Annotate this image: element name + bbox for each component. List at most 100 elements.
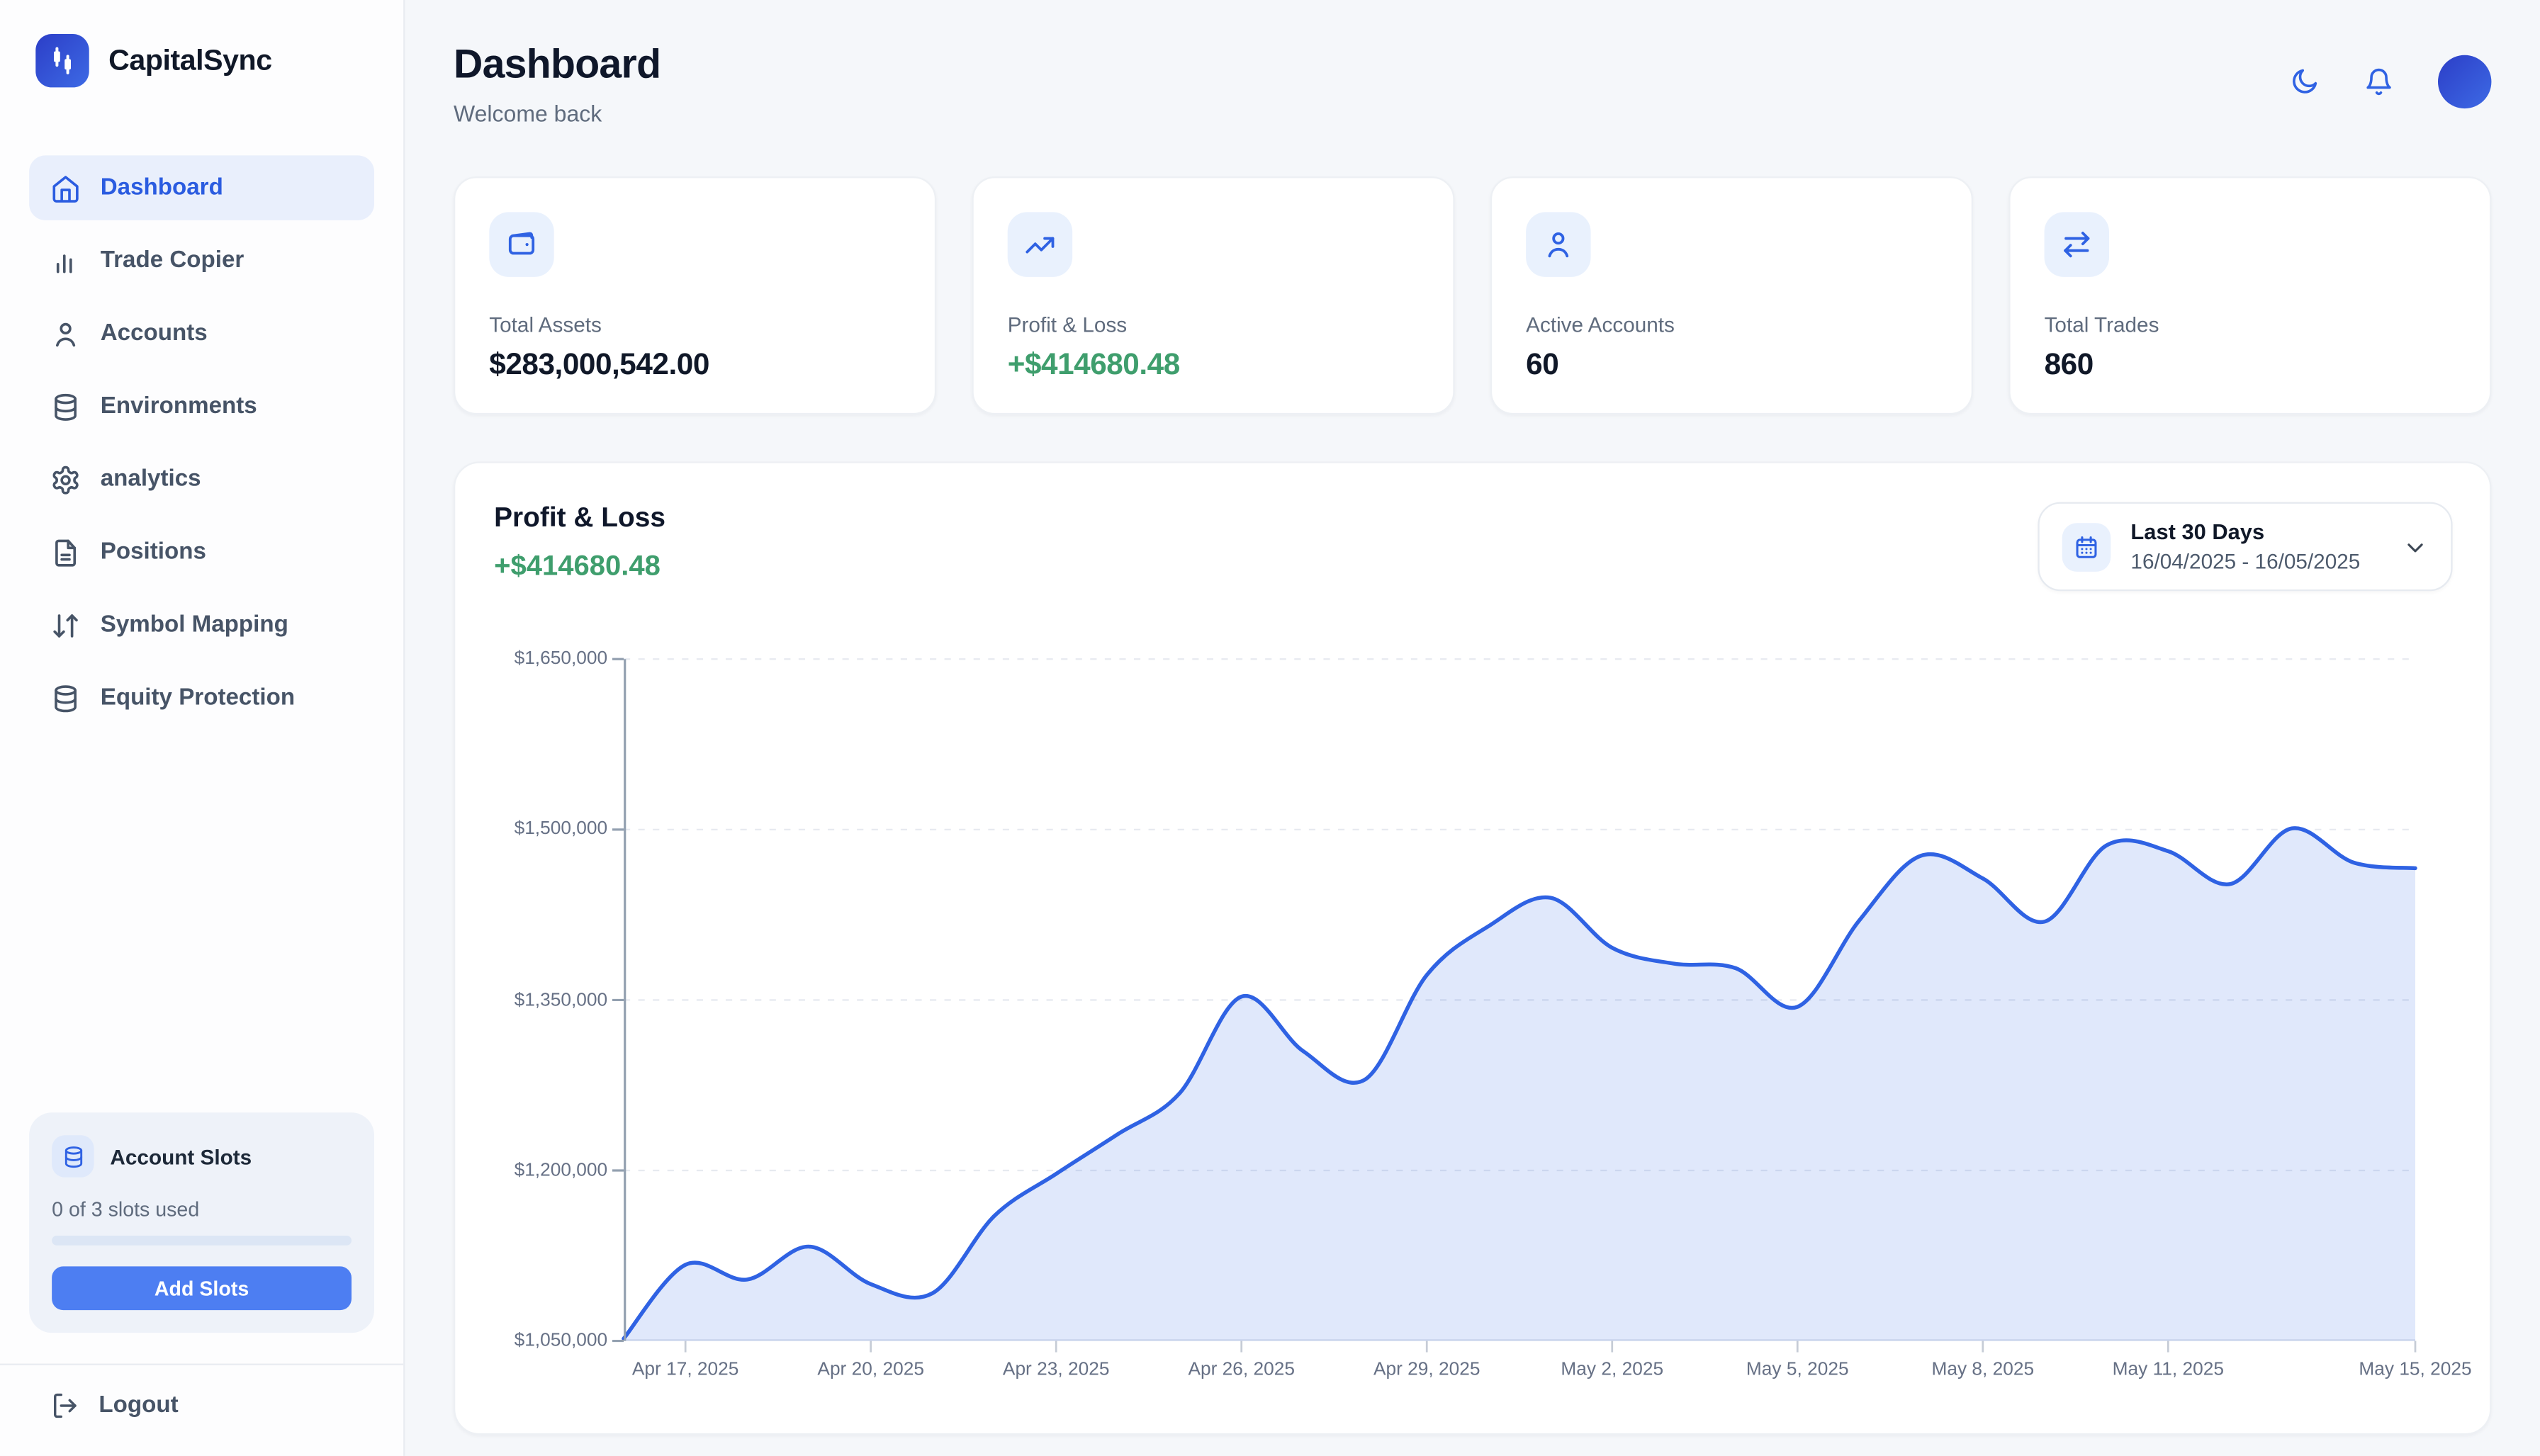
date-range-text: Last 30 Days 16/04/2025 - 16/05/2025 [2130, 520, 2360, 573]
stat-card-total-assets: Total Assets $283,000,542.00 [454, 176, 936, 414]
chart-title: Profit & Loss [494, 502, 665, 535]
account-slots-progress-bar [52, 1236, 352, 1246]
brand: CapitalSync [0, 0, 403, 87]
account-slots-card: Account Slots 0 of 3 slots used Add Slot… [29, 1112, 374, 1333]
sidebar-item-accounts[interactable]: Accounts [29, 301, 374, 366]
page-title: Dashboard [454, 42, 661, 89]
header-actions [2289, 55, 2492, 108]
moon-icon [2289, 67, 2320, 97]
bell-icon [2364, 67, 2394, 97]
stat-value: $283,000,542.00 [489, 346, 901, 382]
candlestick-logo-icon [35, 34, 89, 87]
sidebar-item-label: Symbol Mapping [101, 612, 288, 638]
stat-value: 60 [1526, 346, 1938, 382]
y-axis-label: $1,500,000 [515, 820, 608, 839]
x-axis-label: Apr 20, 2025 [817, 1360, 924, 1379]
stat-label: Active Accounts [1526, 312, 1938, 337]
x-axis-labels: Apr 17, 2025 Apr 20, 2025 Apr 23, 2025 Apr … [624, 1360, 2415, 1393]
database-icon [50, 682, 81, 713]
brand-name: CapitalSync [108, 44, 271, 78]
sidebar-item-label: Positions [101, 539, 206, 565]
page-header: Dashboard Welcome back [454, 42, 2491, 126]
sidebar-footer: Logout [0, 1364, 403, 1456]
sidebar-item-label: Environments [101, 393, 257, 419]
home-icon [50, 172, 81, 203]
stat-value: 860 [2045, 346, 2456, 382]
sidebar: CapitalSync Dashboard Trade Copier Account… [0, 0, 405, 1456]
sidebar-item-environments[interactable]: Environments [29, 374, 374, 439]
gear-icon [50, 464, 81, 495]
date-range-selector[interactable]: Last 30 Days 16/04/2025 - 16/05/2025 [2038, 502, 2452, 592]
chart-area: $1,650,000$1,500,000$1,350,000$1,200,000… [494, 659, 2452, 1401]
profit-loss-card: Profit & Loss +$414680.48 Last 30 Days 1… [454, 461, 2491, 1435]
stat-card-total-trades: Total Trades 860 [2008, 176, 2491, 414]
chart-svg [624, 659, 2415, 1341]
arrows-left-right-icon [2045, 212, 2109, 276]
stat-label: Profit & Loss [1008, 312, 1420, 337]
main-content: Dashboard Welcome back Total Assets $283,… [405, 0, 2540, 1456]
chart-header: Profit & Loss +$414680.48 Last 30 Days 1… [494, 502, 2452, 592]
wallet-icon [489, 212, 553, 276]
date-range-dates: 16/04/2025 - 16/05/2025 [2130, 549, 2360, 573]
sidebar-item-trade-copier[interactable]: Trade Copier [29, 228, 374, 293]
user-icon [1526, 212, 1590, 276]
arrows-up-down-icon [50, 610, 81, 640]
sidebar-item-label: analytics [101, 466, 201, 492]
account-slots-usage: 0 of 3 slots used [52, 1198, 352, 1221]
sidebar-item-symbol-mapping[interactable]: Symbol Mapping [29, 593, 374, 658]
stat-card-active-accounts: Active Accounts 60 [1490, 176, 1973, 414]
sidebar-item-equity-protection[interactable]: Equity Protection [29, 665, 374, 730]
sidebar-item-positions[interactable]: Positions [29, 520, 374, 585]
sidebar-spacer [0, 738, 403, 1112]
x-axis-label: May 15, 2025 [2359, 1360, 2471, 1379]
stat-value: +$414680.48 [1008, 346, 1420, 382]
add-slots-button[interactable]: Add Slots [52, 1266, 352, 1310]
logout-label: Logout [99, 1393, 178, 1419]
database-icon [50, 391, 81, 422]
notifications-button[interactable] [2364, 67, 2394, 97]
y-axis-label: $1,650,000 [515, 650, 608, 669]
sidebar-item-label: Dashboard [101, 175, 223, 201]
stats-grid: Total Assets $283,000,542.00 Profit & Loss… [454, 176, 2491, 414]
account-slots-title: Account Slots [110, 1144, 252, 1168]
x-axis-label: May 2, 2025 [1561, 1360, 1663, 1379]
sidebar-item-label: Accounts [101, 321, 208, 347]
logout-button[interactable]: Logout [29, 1391, 374, 1420]
account-slots-header: Account Slots [52, 1135, 352, 1177]
chart-amount: +$414680.48 [494, 549, 665, 583]
x-axis-label: Apr 26, 2025 [1188, 1360, 1295, 1379]
sidebar-item-dashboard[interactable]: Dashboard [29, 155, 374, 220]
stat-card-profit-loss: Profit & Loss +$414680.48 [972, 176, 1454, 414]
user-icon [50, 318, 81, 349]
bar-chart-icon [50, 245, 81, 276]
sidebar-item-analytics[interactable]: analytics [29, 447, 374, 512]
x-axis-label: May 8, 2025 [1931, 1360, 2034, 1379]
sidebar-item-label: Equity Protection [101, 685, 295, 711]
y-axis-labels: $1,650,000$1,500,000$1,350,000$1,200,000… [494, 659, 607, 1341]
chart-header-titles: Profit & Loss +$414680.48 [494, 502, 665, 583]
theme-toggle-button[interactable] [2289, 67, 2320, 97]
sidebar-nav: Dashboard Trade Copier Accounts Environment… [0, 155, 403, 738]
logout-icon [50, 1391, 79, 1420]
page-header-titles: Dashboard Welcome back [454, 42, 661, 126]
x-axis-label: May 11, 2025 [2113, 1360, 2224, 1379]
date-range-label: Last 30 Days [2130, 520, 2360, 544]
app-root: CapitalSync Dashboard Trade Copier Account… [0, 0, 2540, 1456]
y-axis-label: $1,350,000 [515, 991, 608, 1010]
trending-up-icon [1008, 212, 1072, 276]
page-subtitle: Welcome back [454, 101, 661, 127]
x-axis-label: Apr 17, 2025 [632, 1360, 739, 1379]
y-axis-label: $1,050,000 [515, 1331, 608, 1350]
stat-label: Total Assets [489, 312, 901, 337]
x-axis-label: Apr 23, 2025 [1003, 1360, 1110, 1379]
user-avatar[interactable] [2438, 55, 2491, 108]
x-axis-label: May 5, 2025 [1746, 1360, 1849, 1379]
stat-label: Total Trades [2045, 312, 2456, 337]
pnl-area-chart [624, 659, 2415, 1341]
database-icon [52, 1135, 94, 1177]
y-axis-label: $1,200,000 [515, 1161, 608, 1180]
chevron-down-icon [2403, 534, 2429, 560]
sidebar-item-label: Trade Copier [101, 248, 245, 274]
x-axis-label: Apr 29, 2025 [1373, 1360, 1480, 1379]
file-icon [50, 537, 81, 568]
